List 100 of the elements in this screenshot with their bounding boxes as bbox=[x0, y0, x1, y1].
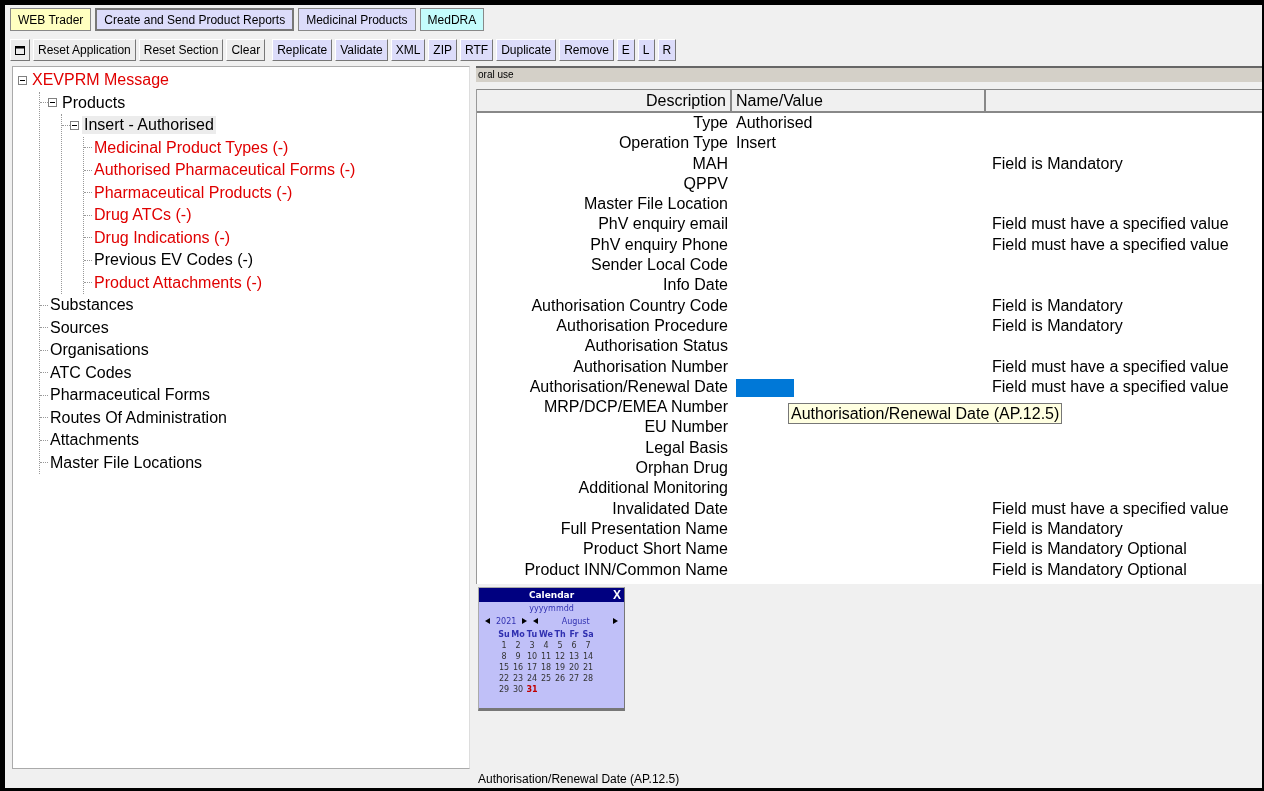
toolbar-button[interactable]: ZIP bbox=[428, 39, 457, 61]
toolbar-button[interactable]: Clear bbox=[226, 39, 266, 61]
calendar-day[interactable]: 8 bbox=[497, 651, 511, 661]
next-month-icon[interactable] bbox=[613, 618, 618, 625]
toolbar-button[interactable]: XML bbox=[390, 39, 426, 61]
toolbar-button[interactable]: Reset Section bbox=[138, 39, 224, 61]
field-label: Product Short Name bbox=[583, 540, 728, 558]
date-input-field[interactable] bbox=[736, 378, 794, 397]
calendar-day[interactable]: 26 bbox=[553, 673, 567, 683]
toolbar-button[interactable]: Replicate bbox=[272, 39, 333, 61]
calendar-day[interactable]: 6 bbox=[567, 640, 581, 650]
calendar-day[interactable]: 14 bbox=[581, 651, 595, 661]
tree-item[interactable]: Authorised Pharmaceutical Forms (-) bbox=[92, 161, 358, 180]
close-button[interactable]: X bbox=[613, 587, 621, 602]
field-label: Authorisation Country Code bbox=[531, 296, 728, 314]
tree-item[interactable]: ATC Codes bbox=[48, 363, 134, 382]
toolbar-button[interactable]: Remove bbox=[559, 39, 614, 61]
calendar-day[interactable]: 10 bbox=[525, 651, 539, 661]
calendar-day[interactable]: 16 bbox=[511, 662, 525, 672]
tree-item[interactable]: Drug Indications (-) bbox=[92, 228, 233, 247]
tree-item[interactable]: Pharmaceutical Forms bbox=[48, 386, 213, 405]
validation-message: Field must have a specified value bbox=[992, 499, 1229, 517]
calendar-day[interactable]: 23 bbox=[511, 673, 525, 683]
field-label: EU Number bbox=[644, 418, 728, 436]
calendar-day[interactable]: 21 bbox=[581, 662, 595, 672]
tree-item[interactable]: Product Attachments (-) bbox=[92, 273, 265, 292]
field-label: Sender Local Code bbox=[591, 256, 728, 274]
calendar-day[interactable]: 25 bbox=[539, 673, 553, 683]
calendar-day[interactable]: 15 bbox=[497, 662, 511, 672]
toolbar-button[interactable]: E bbox=[616, 39, 635, 61]
tree-item[interactable]: Previous EV Codes (-) bbox=[92, 251, 256, 270]
toolbar-button[interactable]: Reset Application bbox=[33, 39, 136, 61]
calendar-day[interactable]: 4 bbox=[539, 640, 553, 650]
column-header[interactable]: Description bbox=[477, 90, 732, 111]
toolbar-button[interactable]: RTF bbox=[460, 39, 494, 61]
calendar-day[interactable]: 9 bbox=[511, 651, 525, 661]
calendar-day[interactable]: 22 bbox=[497, 673, 511, 683]
calendar-day[interactable]: 17 bbox=[525, 662, 539, 672]
tab[interactable]: Create and Send Product Reports bbox=[95, 8, 295, 31]
tab[interactable]: Medicinal Products bbox=[298, 8, 416, 31]
field-label: Invalidated Date bbox=[612, 499, 728, 517]
field-label: Master File Location bbox=[583, 195, 728, 213]
calendar-day[interactable]: 7 bbox=[581, 640, 595, 650]
path-bar: oral use bbox=[476, 66, 1262, 82]
tree-item[interactable]: Attachments bbox=[48, 431, 141, 450]
calendar-day[interactable]: 11 bbox=[539, 651, 553, 661]
calendar-day[interactable]: 27 bbox=[567, 673, 581, 683]
validation-message: Field is Mandatory Optional bbox=[992, 540, 1187, 558]
validation-message: Field must have a specified value bbox=[992, 357, 1229, 375]
tree-item[interactable]: Organisations bbox=[48, 341, 151, 360]
tab[interactable]: MedDRA bbox=[419, 8, 485, 31]
previous-month-icon[interactable] bbox=[533, 618, 539, 625]
collapse-icon[interactable] bbox=[70, 120, 81, 130]
calendar-day[interactable]: 31 bbox=[525, 684, 539, 694]
column-header[interactable]: Name/Value bbox=[732, 90, 986, 111]
field-value: Insert bbox=[736, 134, 776, 152]
field-label: Product INN/Common Name bbox=[524, 560, 728, 578]
calendar-day[interactable]: 18 bbox=[539, 662, 553, 672]
tree-item[interactable]: Medicinal Product Types (-) bbox=[92, 138, 291, 157]
collapse-icon[interactable] bbox=[48, 98, 59, 108]
field-label: MRP/DCP/EMEA Number bbox=[543, 398, 728, 416]
calendar-day[interactable]: 28 bbox=[581, 673, 595, 683]
calendar-day[interactable]: 30 bbox=[511, 684, 525, 694]
calendar-day[interactable]: 20 bbox=[567, 662, 581, 672]
calendar-day[interactable]: 5 bbox=[553, 640, 567, 650]
calendar-day[interactable]: 12 bbox=[553, 651, 567, 661]
toolbar-button[interactable]: Duplicate bbox=[496, 39, 557, 61]
field-label: Authorisation Procedure bbox=[556, 316, 728, 334]
tree-item[interactable]: Sources bbox=[48, 318, 111, 337]
tree-item[interactable]: Insert - Authorised bbox=[82, 116, 216, 135]
calendar-day[interactable]: 2 bbox=[511, 640, 525, 650]
calendar-day[interactable]: 19 bbox=[553, 662, 567, 672]
tree-item[interactable]: Substances bbox=[48, 296, 136, 315]
tab[interactable]: WEB Trader bbox=[10, 8, 92, 31]
calendar-day[interactable]: 1 bbox=[497, 640, 511, 650]
calendar-day[interactable]: 13 bbox=[567, 651, 581, 661]
previous-year-icon[interactable] bbox=[485, 618, 490, 625]
date-format: yyyymmdd bbox=[528, 602, 575, 615]
tree-item[interactable]: Products bbox=[60, 93, 128, 112]
calendar-day[interactable]: 24 bbox=[525, 673, 539, 683]
window-icon bbox=[15, 45, 25, 55]
next-year-icon[interactable] bbox=[522, 618, 528, 625]
weekday-label: Tu bbox=[525, 629, 539, 639]
toolbar-button[interactable]: Validate bbox=[335, 39, 388, 61]
toolbar-button[interactable]: R bbox=[657, 39, 677, 61]
tree-item[interactable]: Drug ATCs (-) bbox=[92, 206, 194, 225]
tree-item[interactable]: Pharmaceutical Products (-) bbox=[92, 183, 295, 202]
tree-item[interactable]: Routes Of Administration bbox=[48, 408, 229, 427]
calendar-day[interactable]: 3 bbox=[525, 640, 539, 650]
validation-message: Field is Mandatory Optional bbox=[992, 560, 1187, 578]
field-label: Type bbox=[693, 114, 728, 131]
calendar-day[interactable]: 29 bbox=[497, 684, 511, 694]
window-button[interactable] bbox=[10, 39, 30, 61]
collapse-icon[interactable] bbox=[18, 75, 29, 85]
tree-item[interactable]: Master File Locations bbox=[48, 453, 205, 472]
toolbar-button[interactable]: L bbox=[637, 39, 655, 61]
field-label: Legal Basis bbox=[645, 438, 728, 456]
field-label: Authorisation Number bbox=[573, 357, 728, 375]
weekday-label: Th bbox=[553, 629, 567, 639]
tree-item[interactable]: XEVPRM Message bbox=[30, 71, 171, 90]
